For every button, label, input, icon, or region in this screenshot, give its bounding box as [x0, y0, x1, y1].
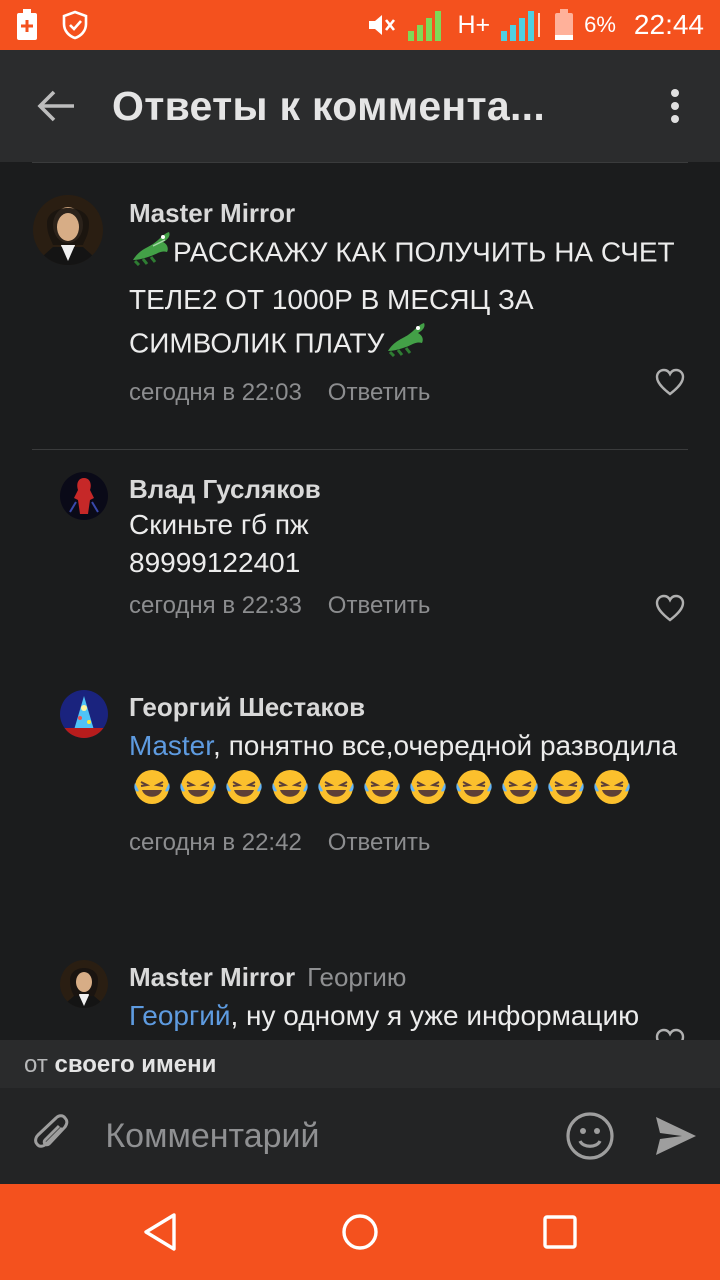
- rofl-emoji-icon: [592, 767, 632, 819]
- post-as-value: своего имени: [54, 1051, 217, 1078]
- attach-button[interactable]: [0, 1088, 103, 1184]
- comment-text: Master, понятно все,очередной разводила: [129, 724, 680, 819]
- comment-author[interactable]: Влад Гусляков: [129, 474, 321, 504]
- comment-body: Скиньте гб пж: [129, 509, 309, 540]
- nav-back-button[interactable]: [112, 1184, 208, 1280]
- crocodile-icon: [384, 321, 428, 369]
- comment-author[interactable]: Master Mirror: [129, 198, 295, 228]
- more-vert-icon: [671, 89, 679, 123]
- mention-link[interactable]: Master: [129, 730, 213, 761]
- rofl-emoji-icon: [178, 767, 218, 819]
- square-recents-icon: [543, 1215, 577, 1249]
- signal-icon: [407, 9, 447, 41]
- emoji-button[interactable]: [548, 1088, 631, 1184]
- comment-time: сегодня в 22:42: [129, 829, 302, 856]
- rofl-emoji-icon: [362, 767, 402, 819]
- heart-icon: [655, 368, 685, 396]
- battery-icon: [554, 9, 574, 41]
- page-title: Ответы к коммента...: [112, 82, 546, 129]
- comment-input[interactable]: [103, 1106, 549, 1166]
- app-bar: Ответы к коммента...: [0, 50, 720, 162]
- shield-icon: [62, 10, 88, 40]
- divider: [32, 449, 688, 450]
- paperclip-icon: [33, 1114, 69, 1148]
- avatar[interactable]: [33, 195, 103, 265]
- rofl-emoji-icon: [270, 767, 310, 819]
- reply-button[interactable]: Ответить: [328, 592, 431, 620]
- comment-author[interactable]: Георгий Шестаков: [129, 692, 365, 722]
- more-options-button[interactable]: [630, 50, 720, 162]
- like-button[interactable]: [654, 366, 686, 398]
- divider: [32, 162, 688, 163]
- phone-number: 89999122401: [129, 547, 301, 578]
- reply-to-label: Георгию: [307, 962, 407, 992]
- rofl-emoji-icon: [132, 767, 172, 819]
- triangle-back-icon: [144, 1213, 176, 1251]
- signal-icon: [500, 9, 544, 41]
- comments-list[interactable]: Master Mirror РАССКАЖУ КАК ПОЛУЧИТЬ НА С…: [0, 162, 720, 1040]
- rofl-emoji-icon: [224, 767, 264, 819]
- system-nav-bar: [0, 1184, 720, 1280]
- status-bar: H+ 6% 22:44: [0, 0, 720, 50]
- battery-saver-icon: [16, 9, 38, 41]
- send-button[interactable]: [631, 1088, 720, 1184]
- nav-recents-button[interactable]: [512, 1184, 608, 1280]
- comment-body: , понятно все,очередной разводила: [213, 730, 678, 761]
- avatar[interactable]: [60, 960, 108, 1008]
- reply-button[interactable]: Ответить: [328, 379, 431, 407]
- rofl-emoji-icon: [408, 767, 448, 819]
- emoji-sequence: [129, 770, 635, 806]
- comment-text: РАССКАЖУ КАК ПОЛУЧИТЬ НА СЧЕТ ТЕЛЕ2 ОТ 1…: [129, 230, 680, 369]
- network-type: H+: [457, 10, 491, 39]
- reply-button[interactable]: Ответить: [328, 829, 431, 857]
- smiley-icon: [566, 1112, 614, 1160]
- crocodile-icon: [129, 230, 173, 278]
- mute-icon: [367, 12, 397, 38]
- send-icon: [655, 1117, 696, 1155]
- rofl-emoji-icon: [500, 767, 540, 819]
- clock: 22:44: [633, 9, 704, 40]
- mention-link[interactable]: Георгий: [129, 1000, 231, 1031]
- comment-text: Скиньте гб пж 89999122401: [129, 506, 680, 582]
- comment-input-bar: [0, 1088, 720, 1184]
- post-as-prefix: от: [24, 1051, 48, 1078]
- comment-text: Георгий, ну одному я уже информацию: [129, 994, 680, 1037]
- rofl-emoji-icon: [316, 767, 356, 819]
- arrow-back-icon: [37, 90, 74, 122]
- comment-time: сегодня в 22:03: [129, 379, 302, 406]
- heart-icon: [655, 594, 685, 622]
- avatar[interactable]: [60, 472, 108, 520]
- comment-author[interactable]: Master Mirror: [129, 962, 295, 992]
- comment-time: сегодня в 22:33: [129, 592, 302, 619]
- circle-home-icon: [342, 1214, 378, 1250]
- like-button[interactable]: [654, 592, 686, 624]
- battery-percent: 6%: [584, 12, 616, 37]
- avatar[interactable]: [60, 690, 108, 738]
- comment-body: , ну одному я уже информацию: [230, 1000, 640, 1031]
- rofl-emoji-icon: [546, 767, 586, 819]
- post-as-selector[interactable]: от своего имени: [0, 1040, 720, 1088]
- rofl-emoji-icon: [454, 767, 494, 819]
- nav-home-button[interactable]: [312, 1184, 408, 1280]
